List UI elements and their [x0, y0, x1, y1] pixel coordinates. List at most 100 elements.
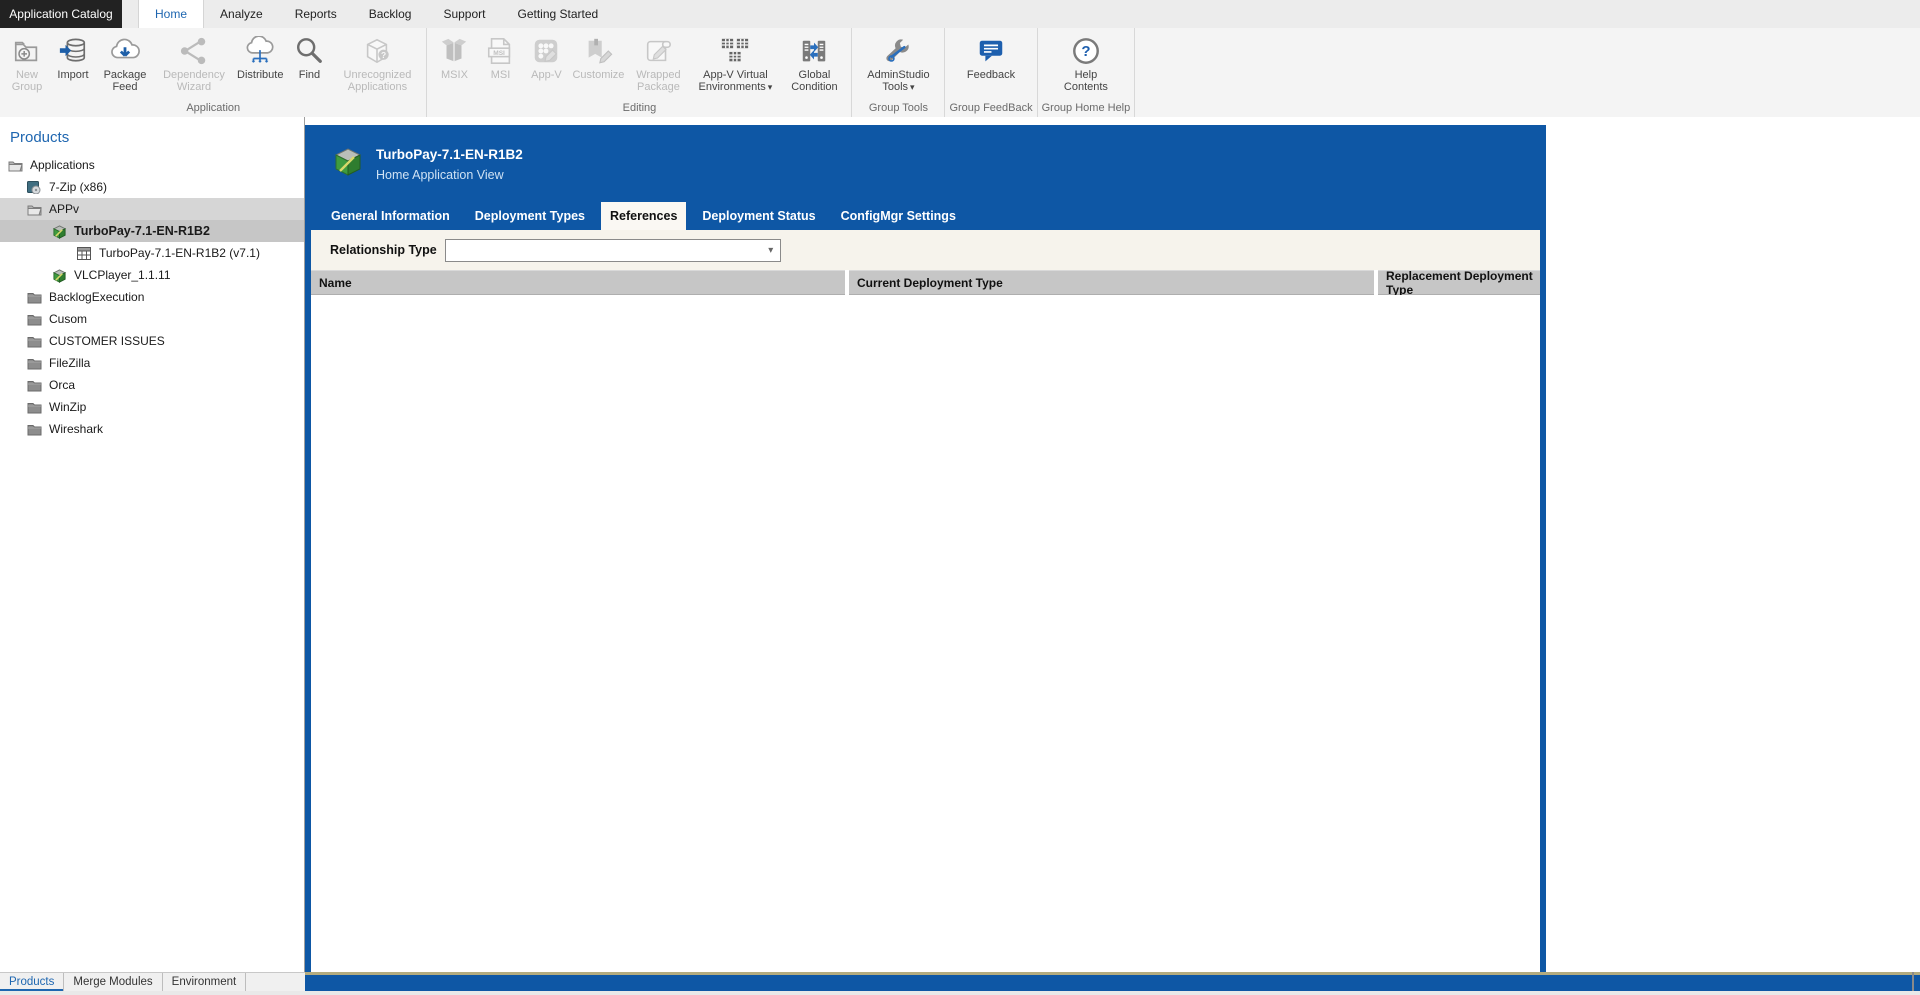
svg-text:?: ? — [1081, 43, 1090, 60]
tab-home[interactable]: Home — [138, 0, 204, 28]
dropdown-caret — [908, 81, 915, 93]
panel-tab-environment[interactable]: Environment — [163, 973, 247, 991]
tree-item-backlogexecution[interactable]: BacklogExecution — [0, 286, 304, 308]
folder-icon — [27, 313, 42, 326]
ribbon-group-caption: Group Tools — [856, 102, 940, 117]
column-header-name[interactable]: Name — [311, 270, 845, 295]
chevron-down-icon: ▾ — [762, 245, 780, 256]
application-catalog-tab[interactable]: Application Catalog — [0, 0, 122, 28]
relationship-type-label: Relationship Type — [330, 243, 437, 257]
msi-icon: MSI — [485, 35, 515, 67]
customize-button[interactable]: Customize — [569, 33, 627, 83]
find-icon — [294, 35, 324, 67]
distribute-button[interactable]: Distribute — [234, 33, 286, 83]
tree-item-cusom[interactable]: Cusom — [0, 308, 304, 330]
tab-deployment-status[interactable]: Deployment Status — [693, 202, 824, 230]
dependency-wizard-button[interactable]: Dependency Wizard — [154, 33, 234, 95]
adminstudio-tools-button[interactable]: AdminStudio Tools — [856, 33, 940, 95]
tree-item-appv[interactable]: APPv — [0, 198, 304, 220]
customize-icon — [583, 35, 613, 67]
msix-button[interactable]: MSIX — [431, 33, 477, 83]
unrecognized-applications-icon: ? — [362, 35, 392, 67]
help-contents-button[interactable]: ? Help Contents — [1056, 33, 1116, 95]
references-grid-body[interactable] — [311, 295, 1540, 972]
resize-gripper — [1912, 972, 1914, 991]
view-tabs: General Information Deployment Types Ref… — [305, 202, 1546, 230]
tab-support[interactable]: Support — [427, 0, 501, 28]
find-button[interactable]: Find — [286, 33, 332, 83]
tab-spacer — [122, 0, 138, 28]
folder-icon — [27, 291, 42, 304]
tree-item-applications[interactable]: Applications — [0, 154, 304, 176]
tab-analyze[interactable]: Analyze — [204, 0, 279, 28]
tab-configmgr-settings[interactable]: ConfigMgr Settings — [832, 202, 965, 230]
tab-general-information[interactable]: General Information — [322, 202, 459, 230]
products-tree: Applications 7-Zip (x86) APPv TurboPay-7… — [0, 154, 304, 440]
panel-tab-products[interactable]: Products — [0, 973, 64, 991]
ribbon-group-caption: Group FeedBack — [949, 102, 1032, 117]
application-title: TurboPay-7.1-EN-R1B2 — [376, 147, 523, 162]
import-icon — [58, 35, 88, 67]
ribbon-group-caption: Application — [4, 102, 422, 117]
products-panel: Products Applications 7-Zip (x86) APPv T… — [0, 117, 305, 972]
dropdown-caret — [766, 81, 773, 93]
column-header-replacement-deployment-type[interactable]: Replacement Deployment Type — [1378, 270, 1540, 295]
appv-virtual-environments-icon — [719, 35, 751, 67]
relationship-type-row: Relationship Type ▾ — [311, 230, 1540, 270]
tab-references[interactable]: References — [601, 202, 686, 230]
feedback-icon — [976, 35, 1006, 67]
tree-item-7zip[interactable]: 7-Zip (x86) — [0, 176, 304, 198]
ribbon-group-caption: Group Home Help — [1042, 102, 1131, 117]
tree-item-orca[interactable]: Orca — [0, 374, 304, 396]
application-subtitle: Home Application View — [376, 168, 523, 182]
distribute-icon — [244, 35, 276, 67]
grid-icon — [77, 247, 92, 260]
unrecognized-applications-button[interactable]: ? Unrecognized Applications — [332, 33, 422, 95]
feedback-button[interactable]: Feedback — [964, 33, 1018, 83]
open-folder-icon — [27, 203, 42, 216]
folder-icon — [27, 357, 42, 370]
wrapped-package-icon — [643, 35, 673, 67]
open-folder-icon — [8, 159, 23, 172]
tab-deployment-types[interactable]: Deployment Types — [466, 202, 594, 230]
appv-icon — [531, 35, 561, 67]
package-icon — [52, 269, 67, 282]
folder-icon — [27, 423, 42, 436]
tree-item-turbopay-v71[interactable]: TurboPay-7.1-EN-R1B2 (v7.1) — [0, 242, 304, 264]
relationship-type-select[interactable]: ▾ — [445, 239, 781, 262]
appv-button[interactable]: App-V — [523, 33, 569, 83]
bottom-bar: Products Merge Modules Environment — [0, 972, 1920, 991]
references-grid-header: Name Current Deployment Type Replacement… — [311, 270, 1540, 295]
ribbon-group-caption: Editing — [431, 102, 847, 117]
package-feed-button[interactable]: Package Feed — [96, 33, 154, 95]
panel-tab-merge-modules[interactable]: Merge Modules — [64, 973, 162, 991]
tree-item-filezilla[interactable]: FileZilla — [0, 352, 304, 374]
tree-item-vlcplayer[interactable]: VLCPlayer_1.1.11 — [0, 264, 304, 286]
tree-item-winzip[interactable]: WinZip — [0, 396, 304, 418]
msi-button[interactable]: MSI MSI — [477, 33, 523, 83]
new-group-button[interactable]: New Group — [4, 33, 50, 95]
global-condition-button[interactable]: Global Condition — [781, 33, 847, 95]
tree-item-turbopay[interactable]: TurboPay-7.1-EN-R1B2 — [0, 220, 304, 242]
app-icon — [27, 181, 42, 194]
window-bottom-border — [305, 972, 1920, 991]
ribbon-group-feedback: Feedback Group FeedBack — [945, 28, 1037, 117]
application-window: Application Catalog Home Analyze Reports… — [0, 0, 1920, 995]
msix-icon — [439, 35, 469, 67]
tab-getting-started[interactable]: Getting Started — [501, 0, 614, 28]
help-contents-icon: ? — [1071, 35, 1101, 67]
application-view-panel: TurboPay-7.1-EN-R1B2 Home Application Vi… — [305, 125, 1546, 972]
import-button[interactable]: Import — [50, 33, 96, 83]
ribbon: New Group Import Package Feed — [0, 28, 1920, 118]
tab-backlog[interactable]: Backlog — [353, 0, 428, 28]
column-header-current-deployment-type[interactable]: Current Deployment Type — [849, 270, 1374, 295]
tab-reports[interactable]: Reports — [279, 0, 353, 28]
bottom-strip — [0, 991, 1920, 995]
wrapped-package-button[interactable]: Wrapped Package — [627, 33, 689, 95]
appv-virtual-environments-button[interactable]: App-V Virtual Environments — [689, 33, 781, 95]
tree-item-wireshark[interactable]: Wireshark — [0, 418, 304, 440]
folder-icon — [27, 335, 42, 348]
application-header: TurboPay-7.1-EN-R1B2 Home Application Vi… — [305, 125, 1546, 189]
tree-item-customer-issues[interactable]: CUSTOMER ISSUES — [0, 330, 304, 352]
menu-bar: Application Catalog Home Analyze Reports… — [0, 0, 1920, 28]
